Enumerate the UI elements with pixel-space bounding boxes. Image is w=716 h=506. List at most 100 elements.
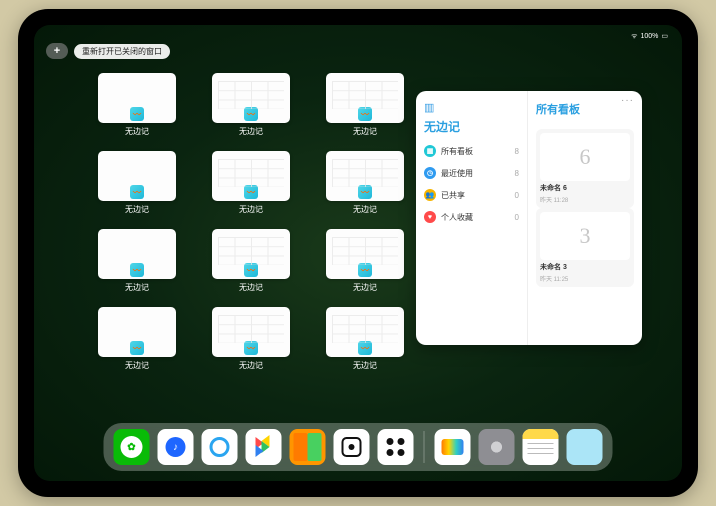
thumbnail-preview[interactable]: 〰 (98, 73, 176, 123)
recent-icon: ◷ (424, 167, 436, 179)
thumbnail-label: 无边记 (125, 204, 149, 215)
category-count: 8 (515, 147, 519, 156)
category-label: 所有看板 (441, 146, 473, 157)
freeform-app-badge-icon: 〰 (244, 107, 258, 121)
thumbnail-label: 无边记 (125, 282, 149, 293)
thumbnail-preview[interactable]: 〰 (98, 229, 176, 279)
thumbnail-preview[interactable]: 〰 (212, 229, 290, 279)
category-label: 个人收藏 (441, 212, 473, 223)
window-thumbnail[interactable]: 〰无边记 (94, 151, 180, 215)
settings-icon[interactable] (479, 429, 515, 465)
status-bar: ᯤ 100% ▭ (34, 29, 682, 43)
thumbnail-label: 无边记 (353, 360, 377, 371)
thumbnail-label: 无边记 (239, 282, 263, 293)
thumbnail-preview[interactable]: 〰 (212, 73, 290, 123)
panel-content: 所有看板 6 未命名 6 昨天 11:28 3 未命名 3 昨天 11:25 (528, 91, 642, 345)
category-all[interactable]: ▦ 所有看板 8 (424, 145, 519, 157)
freeform-app-badge-icon: 〰 (358, 341, 372, 355)
thumbnail-preview[interactable]: 〰 (98, 151, 176, 201)
thumbnail-label: 无边记 (353, 282, 377, 293)
window-thumbnail[interactable]: 〰无边记 (322, 307, 408, 371)
window-thumbnail[interactable]: 〰无边记 (322, 229, 408, 293)
category-recent[interactable]: ◷ 最近使用 8 (424, 167, 519, 179)
window-thumbnail[interactable]: 〰无边记 (208, 73, 294, 137)
freeform-app-badge-icon: 〰 (244, 185, 258, 199)
window-thumbnail[interactable]: 〰无边记 (208, 229, 294, 293)
window-grid: 〰无边记〰无边记〰无边记〰无边记〰无边记〰无边记〰无边记〰无边记〰无边记〰无边记… (94, 73, 454, 371)
category-label: 已共享 (441, 190, 465, 201)
thumbnail-preview[interactable]: 〰 (212, 151, 290, 201)
board-preview: 3 (540, 212, 630, 260)
category-count: 8 (515, 169, 519, 178)
board-card[interactable]: 3 未命名 3 昨天 11:25 (536, 208, 634, 287)
thumbnail-label: 无边记 (353, 126, 377, 137)
board-timestamp: 昨天 11:28 (540, 195, 630, 204)
freeform-app-badge-icon: 〰 (358, 107, 372, 121)
window-thumbnail[interactable]: 〰无边记 (94, 229, 180, 293)
panel-sidebar: ▥ 无边记 ▦ 所有看板 8 ◷ 最近使用 8 👥 已共享 0 ♥ 个人收藏 0 (416, 91, 528, 345)
camera-app-icon[interactable] (378, 429, 414, 465)
play-store-icon[interactable] (246, 429, 282, 465)
panel-right-title: 所有看板 (536, 101, 634, 117)
whiteboard-app-icon[interactable] (334, 429, 370, 465)
thumbnail-label: 无边记 (239, 360, 263, 371)
app-folder-icon[interactable] (567, 429, 603, 465)
category-shared[interactable]: 👥 已共享 0 (424, 189, 519, 201)
ipad-frame: ᯤ 100% ▭ + 重新打开已关闭的窗口 〰无边记〰无边记〰无边记〰无边记〰无… (18, 9, 698, 497)
thumbnail-preview[interactable]: 〰 (326, 73, 404, 123)
thumbnail-label: 无边记 (125, 360, 149, 371)
dock: ✿♪ (104, 423, 613, 471)
category-count: 0 (515, 191, 519, 200)
thumbnail-label: 无边记 (353, 204, 377, 215)
reopen-closed-window-button[interactable]: 重新打开已关闭的窗口 (74, 44, 170, 59)
books-icon[interactable] (290, 429, 326, 465)
screen: ᯤ 100% ▭ + 重新打开已关闭的窗口 〰无边记〰无边记〰无边记〰无边记〰无… (34, 25, 682, 481)
window-thumbnail[interactable]: 〰无边记 (322, 151, 408, 215)
freeform-app-badge-icon: 〰 (130, 263, 144, 277)
wifi-icon: ᯤ (631, 32, 637, 41)
board-card[interactable]: 6 未命名 6 昨天 11:28 (536, 129, 634, 208)
window-thumbnail[interactable]: 〰无边记 (94, 307, 180, 371)
window-thumbnail[interactable]: 〰无边记 (208, 307, 294, 371)
more-icon[interactable]: ··· (621, 95, 634, 106)
wechat-icon[interactable]: ✿ (114, 429, 150, 465)
freeform-app-badge-icon: 〰 (244, 263, 258, 277)
thumbnail-preview[interactable]: 〰 (212, 307, 290, 357)
thumbnail-label: 无边记 (239, 126, 263, 137)
board-timestamp: 昨天 11:25 (540, 274, 630, 283)
fav-icon: ♥ (424, 211, 436, 223)
qq-browser-icon[interactable] (202, 429, 238, 465)
freeform-app-badge-icon: 〰 (130, 107, 144, 121)
shared-icon: 👥 (424, 189, 436, 201)
window-thumbnail[interactable]: 〰无边记 (322, 73, 408, 137)
freeform-app-badge-icon: 〰 (130, 341, 144, 355)
freeform-icon[interactable] (435, 429, 471, 465)
thumbnail-preview[interactable]: 〰 (326, 229, 404, 279)
add-window-button[interactable]: + (46, 43, 68, 59)
thumbnail-preview[interactable]: 〰 (326, 151, 404, 201)
freeform-app-badge-icon: 〰 (358, 263, 372, 277)
board-name: 未命名 3 (540, 262, 630, 272)
thumbnail-label: 无边记 (239, 204, 263, 215)
thumbnail-preview[interactable]: 〰 (326, 307, 404, 357)
category-count: 0 (515, 213, 519, 222)
notes-icon[interactable] (523, 429, 559, 465)
window-thumbnail[interactable]: 〰无边记 (94, 73, 180, 137)
thumbnail-preview[interactable]: 〰 (98, 307, 176, 357)
all-icon: ▦ (424, 145, 436, 157)
dock-separator (424, 431, 425, 463)
board-preview: 6 (540, 133, 630, 181)
sidebar-toggle-icon[interactable]: ▥ (424, 101, 519, 114)
category-label: 最近使用 (441, 168, 473, 179)
app-panel[interactable]: ··· ▥ 无边记 ▦ 所有看板 8 ◷ 最近使用 8 👥 已共享 0 ♥ 个人收藏 0 所有看板 6… (416, 91, 642, 345)
thumbnail-label: 无边记 (125, 126, 149, 137)
battery-pct: 100% (640, 33, 658, 40)
category-fav[interactable]: ♥ 个人收藏 0 (424, 211, 519, 223)
battery-icon: ▭ (661, 32, 668, 40)
panel-title: 无边记 (424, 118, 519, 135)
window-thumbnail[interactable]: 〰无边记 (208, 151, 294, 215)
music-icon[interactable]: ♪ (158, 429, 194, 465)
freeform-app-badge-icon: 〰 (358, 185, 372, 199)
board-name: 未命名 6 (540, 183, 630, 193)
freeform-app-badge-icon: 〰 (244, 341, 258, 355)
